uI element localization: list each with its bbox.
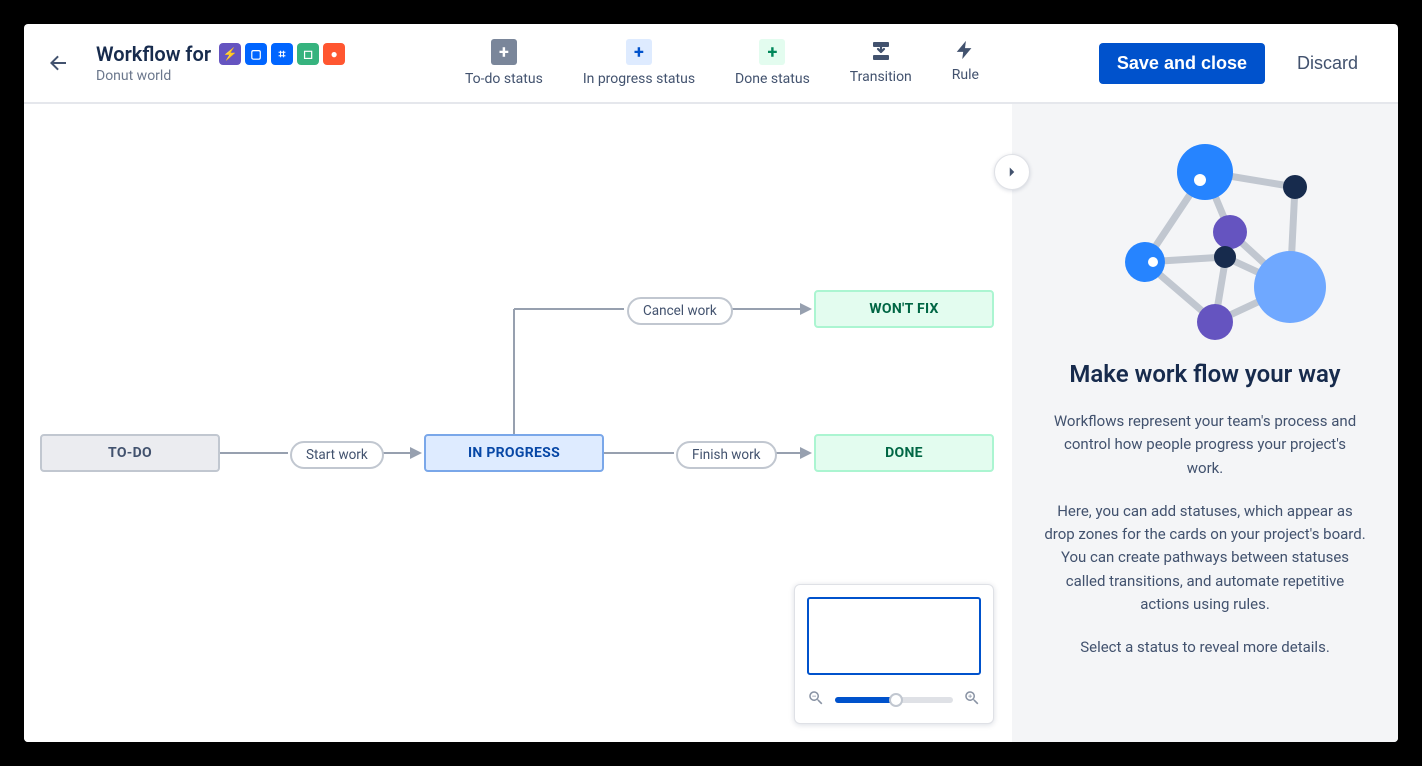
details-panel: Make work flow your way Workflows repres… [1012, 104, 1398, 742]
zoom-out-icon [807, 689, 825, 707]
panel-paragraph-3: Select a status to reveal more details. [1080, 636, 1330, 659]
arrow-left-icon [46, 51, 70, 75]
save-button[interactable]: Save and close [1099, 43, 1265, 84]
tool-label: To-do status [465, 71, 543, 87]
tool-trans[interactable]: Transition [850, 39, 912, 87]
page-title-block: Workflow for ⚡▢⌗◻● Donut world [96, 42, 345, 84]
plus-icon: + [491, 39, 517, 65]
transition-finish[interactable]: Finish work [676, 441, 777, 469]
tool-inprog[interactable]: + In progress status [583, 39, 695, 87]
square-badge: ▢ [245, 43, 267, 65]
plus-icon: + [759, 39, 785, 65]
transition-start[interactable]: Start work [290, 441, 384, 469]
transition-icon [869, 39, 893, 63]
workflow-canvas[interactable]: TO-DO IN PROGRESS DONE WON'T FIX Start work F… [24, 104, 1012, 742]
graph-illustration [1075, 132, 1335, 352]
panel-paragraph-1: Workflows represent your team's process … [1044, 410, 1366, 480]
zoom-slider[interactable] [835, 697, 953, 703]
zoom-in-button[interactable] [963, 689, 981, 711]
minimap-viewport[interactable] [807, 597, 981, 675]
tool-label: Rule [952, 67, 979, 83]
status-todo[interactable]: TO-DO [40, 434, 220, 472]
lightning-icon [954, 39, 976, 61]
bookmark-badge: ◻ [297, 43, 319, 65]
page-subtitle: Donut world [96, 68, 345, 84]
tool-label: Done status [735, 71, 810, 87]
back-button[interactable] [32, 37, 84, 89]
status-inprog[interactable]: IN PROGRESS [424, 434, 604, 472]
zoom-out-button[interactable] [807, 689, 825, 711]
tool-label: In progress status [583, 71, 695, 87]
chevron-right-icon [1003, 163, 1021, 181]
tool-rule[interactable]: Rule [952, 39, 979, 87]
lightning-badge: ⚡ [219, 43, 241, 65]
link-badge: ⌗ [271, 43, 293, 65]
transition-cancel[interactable]: Cancel work [627, 297, 733, 325]
status-done[interactable]: DONE [814, 434, 994, 472]
status-wontfix[interactable]: WON'T FIX [814, 290, 994, 328]
panel-paragraph-2: Here, you can add statuses, which appear… [1044, 500, 1366, 616]
page-title-prefix: Workflow for [96, 42, 211, 66]
tool-done[interactable]: + Done status [735, 39, 810, 87]
panel-title: Make work flow your way [1069, 360, 1340, 388]
minimap [794, 584, 994, 724]
record-badge: ● [323, 43, 345, 65]
zoom-in-icon [963, 689, 981, 707]
tool-todo[interactable]: + To-do status [465, 39, 543, 87]
tool-label: Transition [850, 69, 912, 85]
panel-collapse-button[interactable] [994, 154, 1030, 190]
discard-button[interactable]: Discard [1281, 43, 1374, 84]
plus-icon: + [626, 39, 652, 65]
